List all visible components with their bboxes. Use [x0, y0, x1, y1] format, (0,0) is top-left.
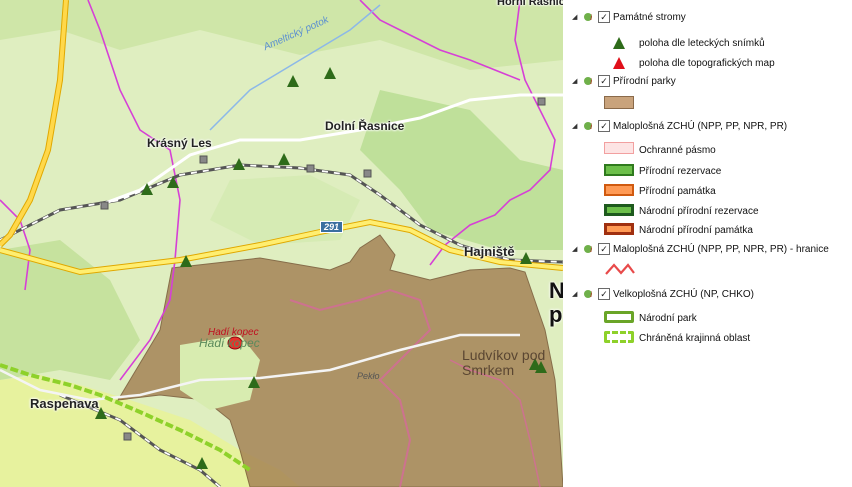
map-canvas[interactable]: Krásný Les Dolní Řasnice Hajniště Raspen…: [0, 0, 563, 487]
legend-item-tree-aerial: poloha dle leteckých snímků: [563, 35, 852, 51]
layer-label: Maloplošná ZCHÚ (NPP, PP, NPR, PR) - hra…: [613, 243, 829, 255]
place-label-dolni-rasnice: Dolní Řasnice: [325, 119, 405, 133]
legend-item-narodni-prirodni-rezervace: Národní přírodní rezervace: [563, 203, 852, 219]
svg-text:i: i: [590, 122, 592, 131]
collapse-triangle-icon[interactable]: ◢: [572, 122, 582, 130]
layer-row-prirodni-parky[interactable]: ◢ i ✓ Přírodní parky: [563, 73, 676, 89]
layer-info-icon[interactable]: i: [582, 11, 596, 23]
svg-text:i: i: [590, 13, 592, 22]
layer-label: Památné stromy: [613, 11, 686, 23]
layer-checkbox[interactable]: ✓: [598, 288, 610, 300]
layer-row-maloplosna-zchu[interactable]: ◢ i ✓ Maloplošná ZCHÚ (NPP, PP, NPR, PR): [563, 118, 787, 134]
layer-row-zchu-hranice[interactable]: ◢ i ✓ Maloplošná ZCHÚ (NPP, PP, NPR, PR)…: [563, 241, 829, 257]
legend-item-narodni-park: Národní park: [563, 310, 852, 326]
green-triangle-icon: [613, 37, 625, 49]
layer-legend-panel: ◢ i ✓ Památné stromy poloha dle leteckýc…: [563, 0, 852, 487]
place-label-ludvikov: Ludvíkov pod Smrkem: [462, 347, 546, 378]
collapse-triangle-icon[interactable]: ◢: [572, 77, 582, 85]
layer-info-icon[interactable]: i: [582, 243, 596, 255]
place-label-hajniste: Hajniště: [464, 244, 515, 259]
collapse-triangle-icon[interactable]: ◢: [572, 245, 582, 253]
hill-label-green: Hadí kopec: [199, 336, 260, 350]
collapse-triangle-icon[interactable]: ◢: [572, 290, 582, 298]
svg-text:i: i: [590, 77, 592, 86]
boundary-line-icon: [605, 263, 635, 275]
red-triangle-icon: [613, 57, 625, 69]
legend-swatch-park: [604, 96, 634, 109]
layer-info-icon[interactable]: i: [582, 288, 596, 300]
layer-checkbox[interactable]: ✓: [598, 120, 610, 132]
layer-label: Přírodní parky: [613, 75, 676, 87]
place-label-krasny-les: Krásný Les: [147, 136, 212, 150]
area-label: Pekło: [357, 371, 380, 381]
legend-item-prirodni-rezervace: Přírodní rezervace: [563, 163, 852, 179]
place-label-big-letter-2: p: [549, 302, 563, 327]
layer-row-pamatne-stromy[interactable]: ◢ i ✓ Památné stromy: [563, 9, 686, 25]
place-label-top-right: Horní Řasnice: [497, 0, 563, 8]
legend-item-prirodni-pamatka: Přírodní památka: [563, 183, 852, 199]
legend-item-chko: Chráněná krajinná oblast: [563, 330, 852, 346]
legend-item-tree-topo: poloha dle topografických map: [563, 55, 852, 71]
layer-info-icon[interactable]: i: [582, 120, 596, 132]
collapse-triangle-icon[interactable]: ◢: [572, 13, 582, 21]
layer-label: Velkoplošná ZCHÚ (NP, CHKO): [613, 288, 754, 300]
place-label-big-letter-1: N: [549, 278, 563, 303]
place-label-raspenava: Raspenava: [30, 396, 99, 411]
legend-item-ochranne-pasmo: Ochranné pásmo: [563, 142, 852, 158]
legend-item-narodni-prirodni-pamatka: Národní přírodní památka: [563, 222, 852, 238]
road-number-badge: 291: [320, 221, 344, 233]
svg-text:i: i: [590, 245, 592, 254]
layer-row-velkoplosna-zchu[interactable]: ◢ i ✓ Velkoplošná ZCHÚ (NP, CHKO): [563, 286, 754, 302]
layer-label: Maloplošná ZCHÚ (NPP, PP, NPR, PR): [613, 120, 788, 132]
layer-checkbox[interactable]: ✓: [598, 243, 610, 255]
svg-text:i: i: [590, 290, 592, 299]
layer-checkbox[interactable]: ✓: [598, 11, 610, 23]
layer-info-icon[interactable]: i: [582, 75, 596, 87]
layer-checkbox[interactable]: ✓: [598, 75, 610, 87]
